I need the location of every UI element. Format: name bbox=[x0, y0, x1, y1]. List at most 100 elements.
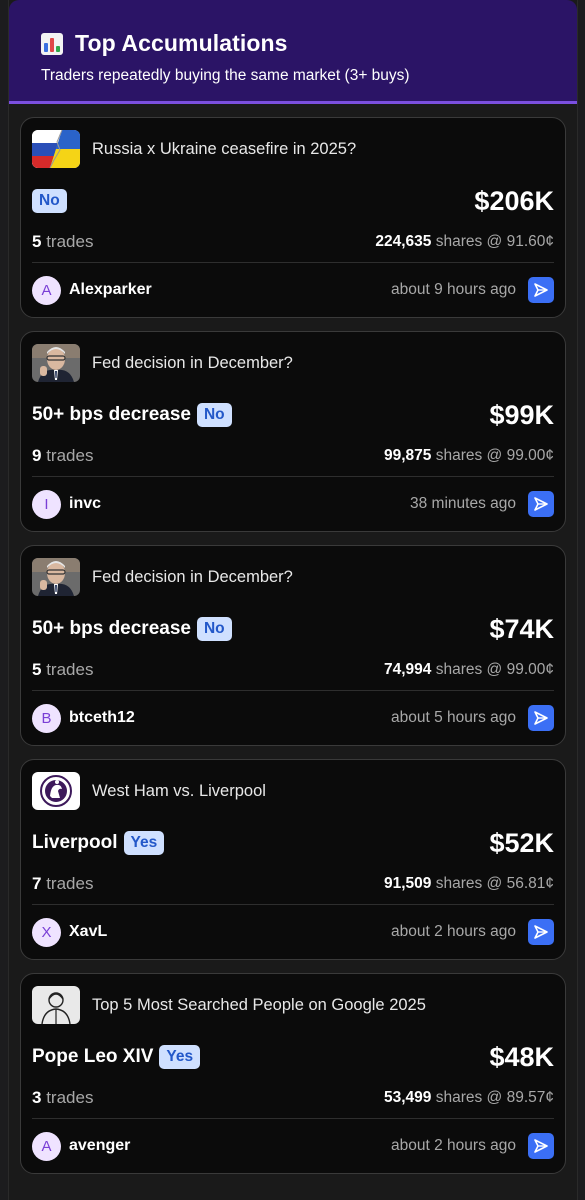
outcome-row: Liverpool Yes $52K bbox=[32, 822, 554, 864]
trade-count-number: 5 bbox=[32, 660, 42, 679]
shares-info: 74,994 shares @ 99.00¢ bbox=[384, 661, 554, 679]
trades-label: trades bbox=[46, 1088, 94, 1107]
market-title: Top 5 Most Searched People on Google 202… bbox=[92, 995, 426, 1014]
amount-value: $74K bbox=[489, 613, 554, 644]
outcome-left: 50+ bps decrease No bbox=[32, 403, 232, 427]
trader-link[interactable]: A Alexparker bbox=[32, 275, 152, 305]
trader-link[interactable]: B btceth12 bbox=[32, 703, 135, 733]
trades-label: trades bbox=[46, 874, 94, 893]
amount-value: $52K bbox=[489, 827, 554, 858]
stats-row: 9 trades 99,875 shares @ 99.00¢ bbox=[32, 436, 554, 477]
avatar: B bbox=[32, 703, 61, 733]
trader-link[interactable]: X XavL bbox=[32, 917, 107, 947]
side-badge: Yes bbox=[159, 1045, 201, 1069]
stats-row: 7 trades 91,509 shares @ 56.81¢ bbox=[32, 864, 554, 905]
accumulation-list: Russia x Ukraine ceasefire in 2025? No $… bbox=[9, 104, 577, 1174]
shares-count: 53,499 bbox=[383, 1089, 432, 1106]
market-row: West Ham vs. Liverpool bbox=[32, 760, 554, 822]
user-row: A avenger about 2 hours ago bbox=[32, 1119, 554, 1173]
page-subtitle: Traders repeatedly buying the same marke… bbox=[41, 67, 410, 84]
trader-link[interactable]: A avenger bbox=[32, 1131, 130, 1161]
outcome-left: No bbox=[32, 189, 67, 213]
user-right: about 2 hours ago bbox=[391, 1133, 554, 1159]
username[interactable]: btceth12 bbox=[69, 709, 135, 727]
shares-price: shares @ 99.00¢ bbox=[435, 447, 554, 464]
shares-info: 53,499 shares @ 89.57¢ bbox=[384, 1089, 554, 1107]
timestamp: 38 minutes ago bbox=[410, 495, 516, 512]
open-market-button[interactable] bbox=[528, 919, 554, 945]
market-title: Fed decision in December? bbox=[92, 353, 293, 372]
shares-price: shares @ 91.60¢ bbox=[435, 233, 554, 250]
stats-row: 3 trades 53,499 shares @ 89.57¢ bbox=[32, 1078, 554, 1119]
send-icon bbox=[534, 711, 548, 725]
trades-label: trades bbox=[46, 660, 94, 679]
send-icon bbox=[534, 497, 548, 511]
shares-count: 74,994 bbox=[383, 661, 432, 678]
open-market-button[interactable] bbox=[528, 705, 554, 731]
accumulation-card[interactable]: Fed decision in December? 50+ bps decrea… bbox=[20, 331, 566, 532]
outcome-name: Pope Leo XIV bbox=[32, 1046, 154, 1067]
side-badge: No bbox=[32, 189, 67, 213]
open-market-button[interactable] bbox=[528, 277, 554, 303]
shares-count: 91,509 bbox=[383, 875, 432, 892]
market-thumbnail bbox=[32, 130, 80, 168]
accumulation-card[interactable]: Top 5 Most Searched People on Google 202… bbox=[20, 973, 566, 1174]
side-badge: No bbox=[196, 403, 232, 427]
header-title-row: Top Accumulations bbox=[41, 0, 545, 57]
open-market-button[interactable] bbox=[528, 491, 554, 517]
side-badge: No bbox=[196, 617, 232, 641]
trade-count: 5 trades bbox=[32, 660, 93, 680]
bar-chart-icon bbox=[41, 32, 63, 55]
trade-count: 9 trades bbox=[32, 446, 93, 466]
shares-count: 224,635 bbox=[375, 233, 432, 250]
market-row: Russia x Ukraine ceasefire in 2025? bbox=[32, 118, 554, 180]
avatar: X bbox=[32, 917, 61, 947]
shares-info: 224,635 shares @ 91.60¢ bbox=[375, 233, 554, 251]
accumulations-panel: Top Accumulations Traders repeatedly buy… bbox=[8, 0, 578, 1200]
trades-label: trades bbox=[46, 446, 94, 465]
shares-price: shares @ 56.81¢ bbox=[435, 875, 554, 892]
username[interactable]: XavL bbox=[69, 923, 107, 941]
timestamp: about 2 hours ago bbox=[391, 1137, 516, 1154]
outcome-name: 50+ bps decrease bbox=[32, 618, 191, 639]
trade-count: 3 trades bbox=[32, 1088, 93, 1108]
market-row: Top 5 Most Searched People on Google 202… bbox=[32, 974, 554, 1036]
open-market-button[interactable] bbox=[528, 1133, 554, 1159]
username[interactable]: invc bbox=[69, 495, 101, 513]
market-title: Russia x Ukraine ceasefire in 2025? bbox=[92, 139, 357, 158]
user-row: A Alexparker about 9 hours ago bbox=[32, 263, 554, 317]
stats-row: 5 trades 74,994 shares @ 99.00¢ bbox=[32, 650, 554, 691]
outcome-left: 50+ bps decrease No bbox=[32, 617, 232, 641]
trades-label: trades bbox=[46, 232, 94, 251]
user-row: X XavL about 2 hours ago bbox=[32, 905, 554, 959]
username[interactable]: avenger bbox=[69, 1137, 130, 1155]
outcome-row: 50+ bps decrease No $99K bbox=[32, 394, 554, 436]
avatar: I bbox=[32, 489, 61, 519]
shares-info: 91,509 shares @ 56.81¢ bbox=[384, 875, 554, 893]
market-row: Fed decision in December? bbox=[32, 546, 554, 608]
outcome-row: 50+ bps decrease No $74K bbox=[32, 608, 554, 650]
accumulation-card[interactable]: Russia x Ukraine ceasefire in 2025? No $… bbox=[20, 117, 566, 318]
username[interactable]: Alexparker bbox=[69, 281, 152, 299]
stats-row: 5 trades 224,635 shares @ 91.60¢ bbox=[32, 222, 554, 263]
avatar: A bbox=[32, 275, 61, 305]
user-row: I invc 38 minutes ago bbox=[32, 477, 554, 531]
side-badge: Yes bbox=[123, 831, 165, 855]
user-row: B btceth12 about 5 hours ago bbox=[32, 691, 554, 745]
timestamp: about 5 hours ago bbox=[391, 709, 516, 726]
shares-info: 99,875 shares @ 99.00¢ bbox=[384, 447, 554, 465]
amount-value: $48K bbox=[489, 1041, 554, 1072]
market-thumbnail bbox=[32, 772, 80, 810]
panel-header: Top Accumulations Traders repeatedly buy… bbox=[9, 0, 577, 104]
market-title: West Ham vs. Liverpool bbox=[92, 781, 266, 800]
accumulation-card[interactable]: Fed decision in December? 50+ bps decrea… bbox=[20, 545, 566, 746]
send-icon bbox=[534, 1139, 548, 1153]
market-title: Fed decision in December? bbox=[92, 567, 293, 586]
shares-count: 99,875 bbox=[383, 447, 432, 464]
market-row: Fed decision in December? bbox=[32, 332, 554, 394]
trader-link[interactable]: I invc bbox=[32, 489, 101, 519]
market-thumbnail bbox=[32, 558, 80, 596]
accumulation-card[interactable]: West Ham vs. Liverpool Liverpool Yes $52… bbox=[20, 759, 566, 960]
shares-price: shares @ 99.00¢ bbox=[435, 661, 554, 678]
trade-count-number: 7 bbox=[32, 874, 42, 893]
